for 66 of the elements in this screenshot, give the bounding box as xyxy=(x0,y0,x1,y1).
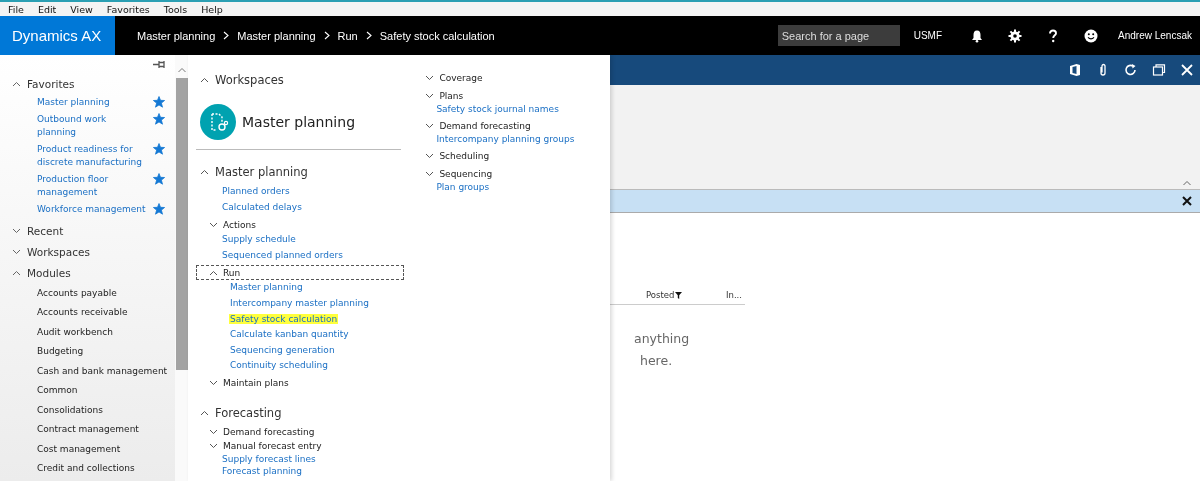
group-header[interactable]: Run xyxy=(196,265,405,281)
menu-link[interactable]: Planned orders xyxy=(221,186,291,196)
menu-link[interactable]: Calculated delays xyxy=(221,201,303,212)
menu-link[interactable]: Supply schedule xyxy=(221,234,297,245)
menu-link[interactable]: Intercompany planning groups xyxy=(435,134,576,144)
menu-link[interactable]: Forecast planning xyxy=(221,466,303,477)
nav-section-header[interactable]: Recent xyxy=(0,220,175,242)
breadcrumb-item[interactable]: Run xyxy=(337,29,358,42)
module-link[interactable]: Accounts payable xyxy=(0,284,175,304)
favorite-link[interactable]: Production floor management xyxy=(37,173,147,200)
menu-link[interactable]: Sequencing generation xyxy=(229,344,336,355)
menu-link[interactable]: Supply forecast lines xyxy=(221,453,317,464)
menu-item[interactable]: File xyxy=(6,2,30,16)
group-header[interactable]: Demand forecasting xyxy=(422,118,610,133)
menu-item[interactable]: Tools xyxy=(161,2,194,16)
empty-message-text: here. xyxy=(640,352,674,370)
group-header[interactable]: Manual forecast entry xyxy=(196,438,405,453)
menu-link[interactable]: Plan groups xyxy=(435,182,491,192)
nav-section-header[interactable]: Modules xyxy=(0,262,175,284)
favorite-link[interactable]: Outbound work planning xyxy=(37,113,147,140)
module-link[interactable]: Cost management xyxy=(0,440,175,460)
empty-message-text: anything xyxy=(634,330,691,348)
menu-link[interactable]: Safety stock journal names xyxy=(435,104,560,114)
group-header[interactable]: Maintain plans xyxy=(196,375,405,391)
module-link[interactable]: Accounts receivable xyxy=(0,303,175,323)
module-link[interactable]: Audit workbench xyxy=(0,323,175,343)
menu-item[interactable]: Help xyxy=(199,2,229,16)
menu-link[interactable]: Safety stock calculation xyxy=(229,313,339,324)
column-header[interactable]: In... xyxy=(726,290,742,300)
menu-link[interactable]: Intercompany master planning xyxy=(229,297,370,308)
nav-section-header[interactable]: Workspaces xyxy=(0,241,175,263)
menu-link[interactable]: Continuity scheduling xyxy=(229,360,329,371)
menu-item[interactable]: Edit xyxy=(35,2,63,16)
group-header[interactable]: Coverage xyxy=(422,70,610,85)
menu-item[interactable]: View xyxy=(68,2,99,16)
module-link[interactable]: Cash and bank management xyxy=(0,362,175,382)
app-name[interactable]: Dynamics AX xyxy=(0,16,115,55)
module-link[interactable]: Consolidations xyxy=(0,401,175,421)
group-header[interactable]: Demand forecasting xyxy=(196,424,405,439)
group-header[interactable]: Actions xyxy=(196,217,405,233)
menu-link[interactable]: Calculate kanban quantity xyxy=(229,329,350,340)
column-header[interactable]: Posted xyxy=(646,290,726,300)
favorite-link[interactable]: Workforce management xyxy=(37,203,147,217)
section-header[interactable]: Workspaces xyxy=(196,70,405,90)
menu-link[interactable]: Master planning xyxy=(229,282,304,293)
nav-section-header[interactable]: Favorites xyxy=(0,73,175,95)
breadcrumb-item[interactable]: Safety stock calculation xyxy=(379,29,495,42)
user-name[interactable]: Andrew Lencsak xyxy=(1118,30,1192,41)
breadcrumb-item[interactable]: Master planning xyxy=(137,29,216,42)
module-link[interactable]: Credit and collections xyxy=(0,459,175,479)
section-header[interactable]: Master planning xyxy=(196,162,405,182)
favorite-link[interactable]: Product readiness for discrete manufacturing xyxy=(37,143,147,170)
workspace-tile-label[interactable]: Master planning xyxy=(242,114,355,130)
menu-item[interactable]: Favorites xyxy=(104,2,156,16)
module-link[interactable]: Budgeting xyxy=(0,342,175,362)
favorite-link[interactable]: Master planning xyxy=(37,96,147,110)
group-header[interactable]: Sequencing xyxy=(422,166,610,181)
breadcrumb-item[interactable]: Master planning xyxy=(237,29,316,42)
group-header[interactable]: Plans xyxy=(422,88,610,103)
search-field[interactable]: Search for a page xyxy=(777,25,900,46)
module-link[interactable]: Common xyxy=(0,381,175,401)
section-header[interactable]: Forecasting xyxy=(196,402,405,423)
menu-link[interactable]: Sequenced planned orders xyxy=(221,249,344,260)
module-link[interactable]: Contract management xyxy=(0,420,175,440)
company-name[interactable]: USMF xyxy=(913,30,943,41)
group-header[interactable]: Scheduling xyxy=(422,148,610,163)
